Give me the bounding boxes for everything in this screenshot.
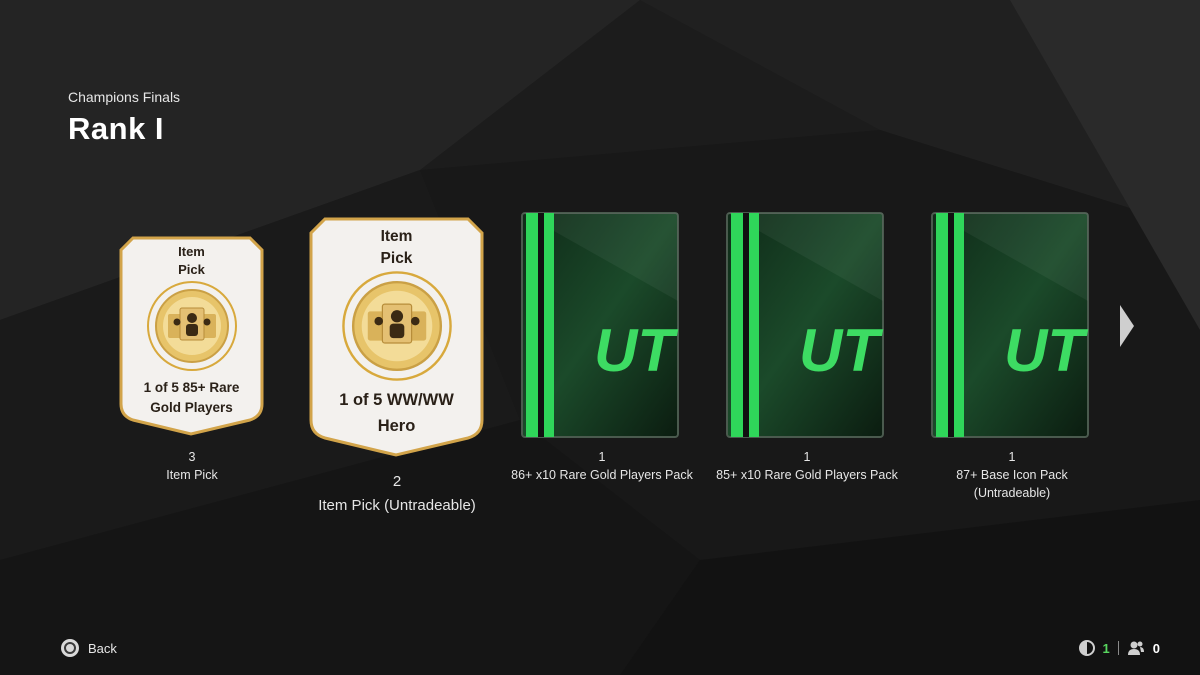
card-title-line2: Pick	[178, 262, 205, 277]
friends-icon	[1127, 641, 1144, 655]
reward-caption: 1 86+ x10 Rare Gold Players Pack	[500, 448, 704, 484]
back-button[interactable]: Back	[60, 638, 117, 658]
card-desc-line1: 1 of 5 85+ Rare	[143, 380, 240, 395]
card-title-line1: Item	[178, 244, 205, 259]
ut-pack-icon: UT	[931, 212, 1089, 438]
card-desc-line2: Hero	[377, 417, 416, 435]
reward-quantity: 1	[598, 450, 606, 464]
reward-label: 86+ x10 Rare Gold Players Pack	[511, 468, 693, 482]
players-emblem-icon	[146, 281, 237, 371]
card-desc-line1: 1 of 5 WW/WW	[339, 391, 454, 409]
circle-button-icon	[61, 639, 79, 657]
back-label: Back	[88, 640, 117, 656]
pack-logo: UT	[799, 317, 883, 384]
shield-icon	[1078, 640, 1095, 656]
reward-label: 85+ x10 Rare Gold Players Pack	[716, 468, 898, 482]
reward-label: 87+ Base Icon Pack	[956, 468, 1068, 482]
card-title-line2: Pick	[380, 250, 413, 267]
header: Champions Finals Rank I	[68, 89, 180, 147]
players-emblem-icon	[341, 271, 452, 381]
status-indicators: 1 0	[1078, 640, 1160, 656]
reward-caption: 1 87+ Base Icon Pack (Untradeable)	[910, 448, 1114, 502]
reward-pack[interactable]: UT	[725, 211, 885, 439]
reward-caption: 3 Item Pick	[112, 448, 272, 484]
pack-logo: UT	[1004, 317, 1088, 384]
reward-label: Item Pick	[166, 468, 218, 482]
reward-pack[interactable]: UT	[520, 211, 680, 439]
reward-quantity: 1	[1008, 450, 1016, 464]
page-title: Rank I	[68, 111, 165, 146]
status-count-1: 1	[1102, 640, 1110, 656]
reward-pack[interactable]: UT	[930, 211, 1090, 439]
reward-caption: 2 Item Pick (Untradeable)	[297, 470, 497, 518]
divider	[1117, 641, 1119, 655]
reward-quantity: 2	[392, 473, 402, 490]
reward-quantity: 1	[803, 450, 811, 464]
page-subtitle: Champions Finals	[68, 89, 181, 105]
card-desc-line2: Gold Players	[150, 400, 233, 415]
reward-label-line2: (Untradeable)	[973, 486, 1051, 500]
status-count-2: 0	[1152, 640, 1160, 656]
card-title-line1: Item	[380, 228, 413, 245]
chevron-right-icon[interactable]	[1120, 305, 1134, 347]
pack-logo: UT	[594, 317, 678, 384]
reward-quantity: 3	[188, 450, 196, 464]
reward-label: Item Pick (Untradeable)	[318, 497, 476, 514]
ut-pack-icon: UT	[521, 212, 679, 438]
reward-caption: 1 85+ x10 Rare Gold Players Pack	[705, 448, 909, 484]
reward-item-pick-card[interactable]: Item Pick 1 of 5 WW/WW Hero	[309, 217, 484, 457]
reward-item-pick-card[interactable]: Item Pick 1 of 5 85+ Rare Gold Players	[119, 236, 264, 436]
ut-pack-icon: UT	[726, 212, 884, 438]
